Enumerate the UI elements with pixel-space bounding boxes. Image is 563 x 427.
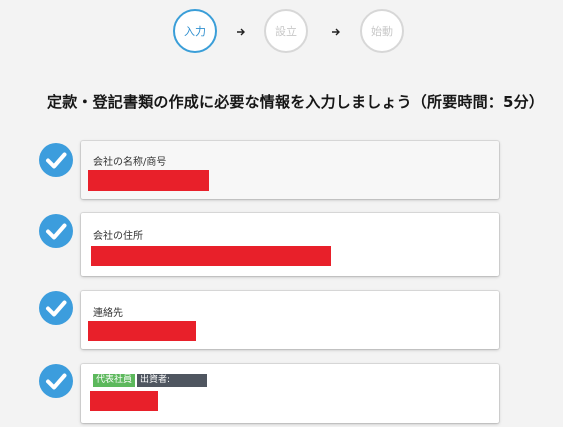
redacted-value (90, 391, 158, 411)
page-title: 定款・登記書類の作成に必要な情報を入力しましょう（所要時間：5分） (47, 93, 545, 111)
step-establish-label: 設立 (275, 24, 297, 38)
arrow-right-icon (237, 28, 245, 36)
step-start-label: 始動 (371, 24, 393, 38)
contact-label: 連絡先 (93, 308, 123, 319)
member-badges: 代表社員 出資者: (93, 374, 208, 387)
company-address-card[interactable]: 会社の住所 (81, 213, 499, 276)
investor-badge: 出資者: (137, 374, 208, 387)
company-name-label: 会社の名称/商号 (93, 157, 167, 168)
step-input[interactable]: 入力 (173, 9, 217, 53)
member-card[interactable]: 代表社員 出資者: (81, 364, 499, 423)
contact-card[interactable]: 連絡先 (81, 291, 499, 349)
checkmark-circle-icon (39, 291, 73, 325)
checkmark-circle-icon (39, 143, 73, 177)
step-start[interactable]: 始動 (360, 9, 404, 53)
redacted-value (88, 170, 209, 191)
checkmark-circle-icon (39, 214, 73, 248)
company-name-card[interactable]: 会社の名称/商号 (81, 141, 499, 199)
checkmark-circle-icon (39, 364, 73, 398)
step-input-label: 入力 (184, 24, 206, 38)
step-establish[interactable]: 設立 (264, 9, 308, 53)
arrow-right-icon (332, 28, 340, 36)
representative-badge: 代表社員 (93, 374, 136, 387)
redacted-value (91, 246, 331, 266)
company-address-label: 会社の住所 (93, 231, 143, 242)
redacted-value (88, 321, 196, 341)
